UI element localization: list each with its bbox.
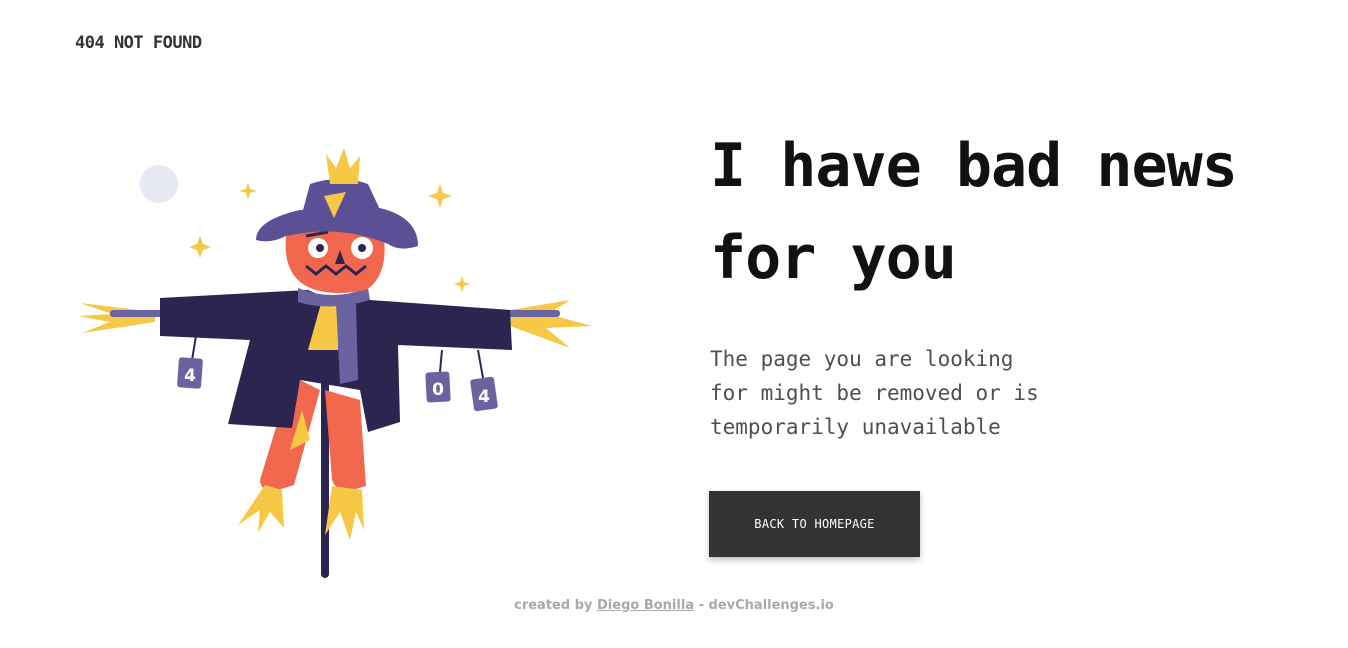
can-middle: 0 bbox=[425, 349, 451, 403]
headline-line-2: for you bbox=[710, 223, 957, 293]
hat-straw bbox=[326, 148, 360, 184]
page-headline: I have bad news for you bbox=[710, 120, 1310, 304]
error-message: The page you are looking for might be re… bbox=[710, 342, 1070, 444]
can-label: 0 bbox=[432, 380, 444, 400]
sparkle-icon bbox=[239, 182, 257, 200]
footer: created by Diego Bonilla - devChallenges… bbox=[0, 598, 1348, 613]
right-foot-straw bbox=[325, 486, 364, 540]
right-leg bbox=[325, 390, 366, 491]
footer-site: devChallenges.io bbox=[708, 598, 834, 613]
can-label: 4 bbox=[184, 366, 196, 386]
can-right: 4 bbox=[470, 349, 498, 412]
can-left: 4 bbox=[177, 335, 203, 389]
brand-logo[interactable]: 404 NOT FOUND bbox=[75, 33, 202, 53]
moon-icon bbox=[140, 165, 178, 203]
right-hand-straw bbox=[510, 300, 592, 348]
message-line-2: for might be removed or is bbox=[710, 381, 1039, 405]
hero-content: I have bad news for you The page you are… bbox=[710, 120, 1310, 444]
left-hand-straw bbox=[78, 303, 155, 333]
can-label: 4 bbox=[478, 387, 490, 407]
message-line-3: temporarily unavailable bbox=[710, 415, 1001, 439]
footer-separator: - bbox=[698, 598, 704, 613]
headline-line-1: I have bad news bbox=[710, 131, 1238, 201]
sparkle-icon bbox=[428, 184, 452, 208]
message-line-1: The page you are looking bbox=[710, 347, 1014, 371]
sparkle-icon bbox=[189, 236, 211, 258]
scarecrow-illustration: 4 0 4 bbox=[78, 148, 592, 578]
footer-prefix: created by bbox=[514, 598, 593, 613]
author-link[interactable]: Diego Bonilla bbox=[597, 598, 694, 613]
left-foot-straw bbox=[238, 485, 284, 533]
back-to-homepage-button[interactable]: BACK TO HOMEPAGE bbox=[709, 491, 920, 557]
sparkle-icon bbox=[454, 276, 470, 292]
